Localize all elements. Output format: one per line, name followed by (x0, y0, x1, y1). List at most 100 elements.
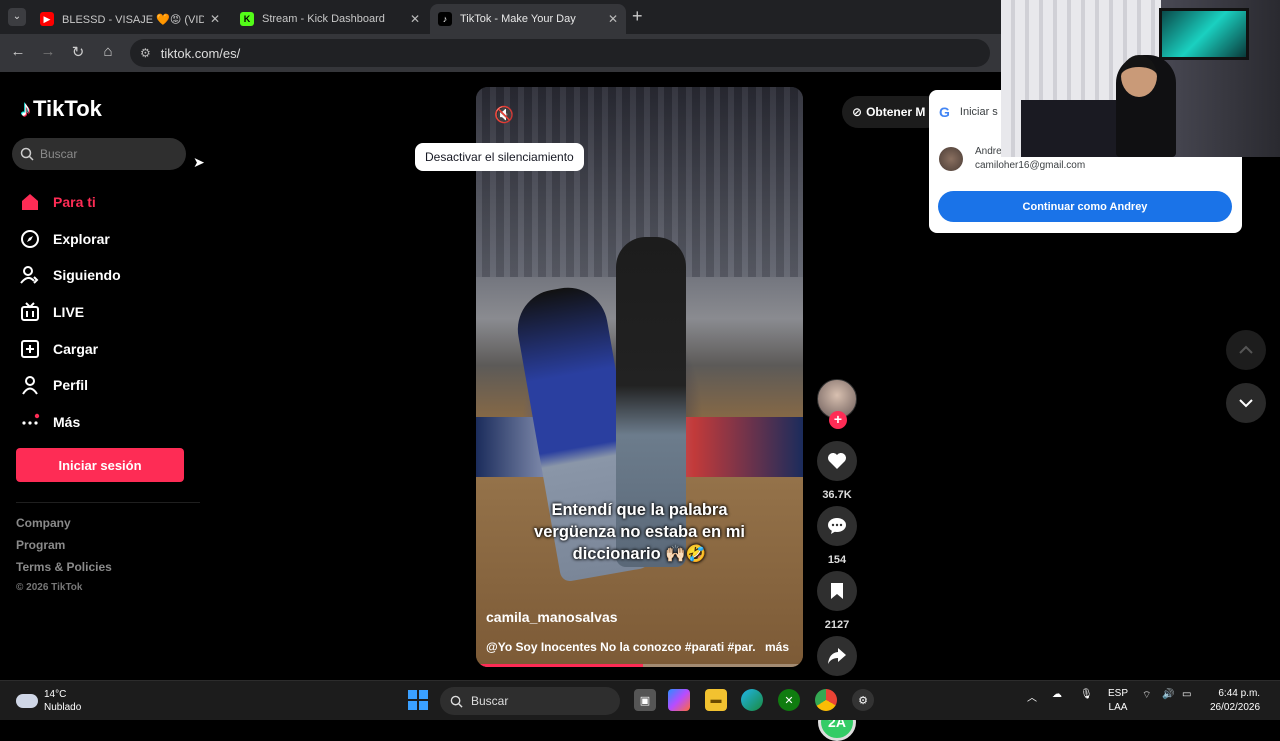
close-tab-icon[interactable]: ✕ (210, 12, 220, 26)
webcam-person-head (1121, 55, 1157, 97)
volume-icon[interactable]: 🔊 (1162, 689, 1174, 700)
keyboard-layout: LAA (1108, 702, 1128, 713)
sidebar-divider (16, 502, 200, 503)
new-tab-button[interactable]: + (632, 6, 643, 27)
like-action[interactable]: 36.7K (817, 441, 857, 501)
login-button[interactable]: Iniciar sesión (16, 448, 184, 482)
nav-label: LIVE (53, 304, 85, 321)
battery-icon[interactable]: ▭ (1182, 689, 1191, 700)
tab-title: Stream - Kick Dashboard (262, 13, 385, 25)
cloud-icon (16, 694, 38, 708)
continue-as-button[interactable]: Continuar como Andrey (938, 191, 1232, 222)
nav-label: Siguiendo (53, 267, 121, 284)
language-indicator[interactable]: ESP LAA (1108, 687, 1128, 715)
weather-desc: Nublado (44, 702, 82, 713)
webcam-monitor (1159, 8, 1249, 60)
close-tab-icon[interactable]: ✕ (410, 12, 420, 26)
tiktok-icon: ♪ (438, 12, 452, 26)
onedrive-icon[interactable]: ☁ (1052, 689, 1062, 700)
heart-icon[interactable] (817, 441, 857, 481)
nav-item-perfil[interactable]: Perfil (20, 367, 121, 404)
xbox-icon[interactable]: ✕ (778, 689, 800, 711)
save-action[interactable]: 2127 (817, 571, 857, 631)
tiktok-logo[interactable]: ♪ TikTok (20, 96, 102, 122)
nav-item-live[interactable]: LIVE (20, 294, 121, 331)
nav-label: Explorar (53, 230, 110, 247)
get-app-button[interactable]: ⊘ Obtener M (842, 96, 942, 128)
nav-item-para-ti[interactable]: Para ti (20, 184, 121, 221)
nav-label: Cargar (53, 340, 99, 357)
footer-link-company[interactable]: Company (16, 516, 112, 538)
taskbar-search-label: Buscar (471, 694, 509, 708)
browser-tab-tiktok[interactable]: ♪ TikTok - Make Your Day ✕ (430, 4, 626, 34)
close-tab-icon[interactable]: ✕ (608, 12, 618, 26)
microphone-icon[interactable]: 🎙 (1080, 689, 1093, 700)
bookmark-icon[interactable] (817, 571, 857, 611)
url-text: tiktok.com/es/ (160, 45, 241, 61)
footer-link-program[interactable]: Program (16, 538, 112, 560)
tab-title: BLESSD - VISAJE 🧡😡 (VIDEO (62, 13, 204, 26)
search-input[interactable]: Buscar (12, 138, 186, 170)
google-popup-title: Iniciar s (959, 106, 998, 118)
youtube-icon: ▶ (40, 12, 54, 26)
following-icon (20, 265, 40, 285)
creator-avatar[interactable]: + (817, 379, 857, 429)
clock-date: 26/02/2026 (1210, 702, 1261, 713)
browser-tab-youtube[interactable]: ▶ BLESSD - VISAJE 🧡😡 (VIDEO ✕ (32, 4, 228, 34)
show-hidden-icons-chevron-icon[interactable]: ︿ (1027, 689, 1037, 704)
weather-widget[interactable]: 14°C Nublado (16, 688, 81, 714)
forward-button[interactable]: → (38, 43, 58, 60)
windows-start-icon[interactable] (408, 690, 428, 710)
comment-action[interactable]: 154 (817, 506, 857, 566)
system-clock[interactable]: 6:44 p.m. 26/02/2026 (1210, 687, 1260, 715)
site-settings-icon[interactable]: ⚙ (140, 46, 151, 60)
nav-label: Más (53, 413, 81, 430)
google-popup-header: G Iniciar s (939, 104, 998, 120)
webcam-overlay (1001, 0, 1280, 157)
share-icon[interactable] (817, 636, 857, 676)
clock-time: 6:44 p.m. (1218, 688, 1261, 699)
video-progress-bar[interactable] (476, 664, 803, 667)
taskbar-search[interactable]: Buscar (440, 687, 620, 715)
browser-tab-kick[interactable]: K Stream - Kick Dashboard ✕ (232, 4, 428, 34)
language-code: ESP (1108, 688, 1129, 699)
chrome-icon[interactable] (815, 689, 837, 711)
nav-item-explorar[interactable]: Explorar (20, 221, 121, 258)
live-icon (20, 302, 40, 322)
previous-video-button[interactable] (1226, 330, 1266, 370)
get-app-label: Obtener M (866, 105, 926, 119)
copilot-icon[interactable] (668, 689, 690, 711)
save-count: 2127 (824, 619, 850, 631)
footer-link-terms[interactable]: Terms & Policies (16, 560, 112, 582)
video-author[interactable]: camila_manosalvas (486, 609, 618, 625)
comment-icon[interactable] (817, 506, 857, 546)
video-player[interactable]: 🔇 Entendí que la palabra vergüenza no es… (476, 87, 803, 667)
follow-plus-icon[interactable]: + (829, 411, 847, 429)
reload-button[interactable]: ↻ (68, 43, 88, 61)
nav-item-mas[interactable]: Más (20, 404, 121, 441)
next-video-button[interactable] (1226, 383, 1266, 423)
comment-count: 154 (827, 554, 847, 566)
address-bar[interactable]: ⚙ tiktok.com/es/ (130, 39, 990, 67)
nav-item-siguiendo[interactable]: Siguiendo (20, 257, 121, 294)
home-button[interactable]: ⌂ (98, 43, 118, 60)
obs-icon[interactable]: ⚙ (852, 689, 874, 711)
task-view-icon[interactable]: ▣ (634, 689, 656, 711)
muted-speaker-icon[interactable]: 🔇 (494, 105, 514, 125)
nav-item-cargar[interactable]: Cargar (20, 330, 121, 367)
upload-icon (20, 339, 40, 359)
video-caption-overlay: Entendí que la palabra vergüenza no esta… (476, 499, 803, 565)
like-count: 36.7K (822, 489, 852, 501)
caption-line: Entendí que la palabra (551, 501, 728, 519)
unmute-tooltip: Desactivar el silenciamiento (415, 143, 584, 171)
wifi-icon[interactable]: ⌔ (1142, 689, 1151, 702)
edge-icon[interactable] (741, 689, 763, 711)
profile-icon (20, 375, 40, 395)
home-icon (20, 192, 40, 212)
get-app-icon: ⊘ (852, 105, 863, 119)
nav-label: Perfil (53, 377, 89, 394)
more-description-link[interactable]: más (765, 640, 789, 654)
file-explorer-icon[interactable]: ▬ (705, 689, 727, 711)
back-button[interactable]: ← (8, 43, 28, 60)
tab-search-menu-button[interactable]: ⌄ (8, 8, 26, 26)
